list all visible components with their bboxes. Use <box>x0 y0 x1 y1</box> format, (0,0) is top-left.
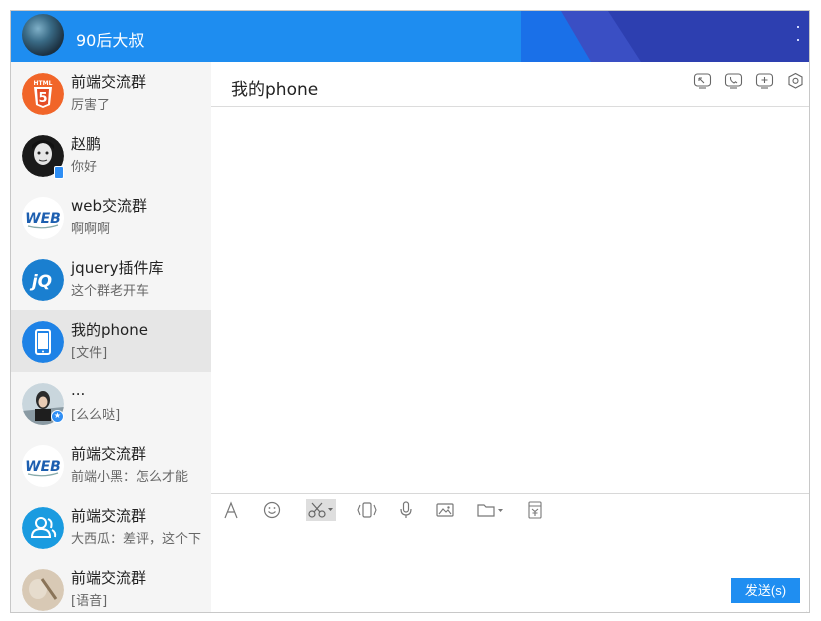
conversation-name: 前端交流群 <box>71 507 147 525</box>
conversation-item[interactable]: 前端交流群 [语音] <box>11 558 211 612</box>
conversation-preview: 啊啊啊 <box>71 222 111 237</box>
user-avatar <box>22 569 64 611</box>
conversation-name: 我的phone <box>71 321 148 339</box>
conversation-item[interactable]: WEB 前端交流群 前端小黑：怎么才能 <box>11 434 211 496</box>
conversation-item[interactable]: 赵鹏 你好 <box>11 124 211 186</box>
screenshot-icon[interactable] <box>306 499 336 521</box>
image-icon[interactable] <box>435 499 455 521</box>
resize-handle[interactable] <box>799 604 807 612</box>
conversation-item[interactable]: jQ jquery插件库 这个群老开车 <box>11 248 211 310</box>
phone-icon <box>22 321 64 363</box>
send-button[interactable]: 发送(s) <box>731 578 800 603</box>
group-icon <box>22 507 64 549</box>
remote-assist-icon[interactable] <box>693 72 712 90</box>
web-logo-icon: WEB <box>22 445 64 487</box>
input-toolbar <box>211 499 809 521</box>
toolbar-divider <box>211 493 809 494</box>
jquery-icon: jQ <box>22 259 64 301</box>
conversation-item[interactable]: 我的phone [文件] <box>11 310 211 372</box>
conversation-name: ... <box>71 381 86 399</box>
title-bar: 90后大叔 <box>11 11 809 62</box>
svg-text:jQ: jQ <box>29 272 52 292</box>
conversation-list[interactable]: HTML 5 前端交流群 厉害了 赵鹏 你好 WEB web交流群 啊啊啊 jQ… <box>11 62 211 612</box>
conversation-preview: 前端小黑：怎么才能 <box>71 470 189 485</box>
voice-icon[interactable] <box>397 499 415 521</box>
conversation-preview: [语音] <box>71 594 108 609</box>
message-input[interactable] <box>211 524 809 612</box>
user-avatar[interactable] <box>22 14 64 56</box>
red-packet-icon[interactable] <box>525 499 545 521</box>
add-icon[interactable] <box>755 72 774 90</box>
chat-window: 90后大叔 HTML 5 前端交流群 厉害了 赵鹏 你好 WEB web交流群 … <box>10 10 810 613</box>
conversation-preview: 这个群老开车 <box>71 284 150 299</box>
conversation-item[interactable]: 前端交流群 大西瓜：差评，这个下 <box>11 496 211 558</box>
svg-text:WEB: WEB <box>25 459 61 475</box>
conversation-item[interactable]: HTML 5 前端交流群 厉害了 <box>11 62 211 124</box>
conversation-name: web交流群 <box>71 197 148 215</box>
web-logo-icon: WEB <box>22 197 64 239</box>
svg-text:HTML: HTML <box>34 80 53 87</box>
chat-panel: 我的phone 发送(s) <box>211 62 809 612</box>
conversation-preview: [么么哒] <box>71 408 121 423</box>
font-icon[interactable] <box>221 499 241 521</box>
shake-icon[interactable] <box>356 499 378 521</box>
html5-icon: HTML 5 <box>22 73 64 115</box>
conversation-preview: 厉害了 <box>71 98 111 113</box>
chat-header-toolbar <box>693 72 805 90</box>
mobile-online-badge <box>54 166 64 179</box>
svg-text:WEB: WEB <box>25 211 61 227</box>
svg-text:5: 5 <box>38 91 47 106</box>
conversation-preview: 大西瓜：差评，这个下 <box>71 532 202 547</box>
message-area[interactable] <box>211 107 809 493</box>
emoji-icon[interactable] <box>262 499 282 521</box>
folder-icon[interactable] <box>477 499 505 521</box>
window-control[interactable] <box>797 26 799 28</box>
conversation-name: 前端交流群 <box>71 445 147 463</box>
chat-title: 我的phone <box>231 80 319 100</box>
settings-icon[interactable] <box>786 72 805 90</box>
conversation-name: 赵鹏 <box>71 135 102 153</box>
conversation-item[interactable]: WEB web交流群 啊啊啊 <box>11 186 211 248</box>
conversation-preview: 你好 <box>71 160 98 175</box>
conversation-preview: [文件] <box>71 346 108 361</box>
window-control[interactable] <box>797 39 799 41</box>
conversation-name: jquery插件库 <box>71 259 164 277</box>
phone-call-icon[interactable] <box>724 72 743 90</box>
conversation-name: 前端交流群 <box>71 73 147 91</box>
conversation-name: 前端交流群 <box>71 569 147 587</box>
username: 90后大叔 <box>76 31 145 50</box>
star-badge: ★ <box>51 410 64 423</box>
conversation-item[interactable]: ★ ... [么么哒] <box>11 372 211 434</box>
